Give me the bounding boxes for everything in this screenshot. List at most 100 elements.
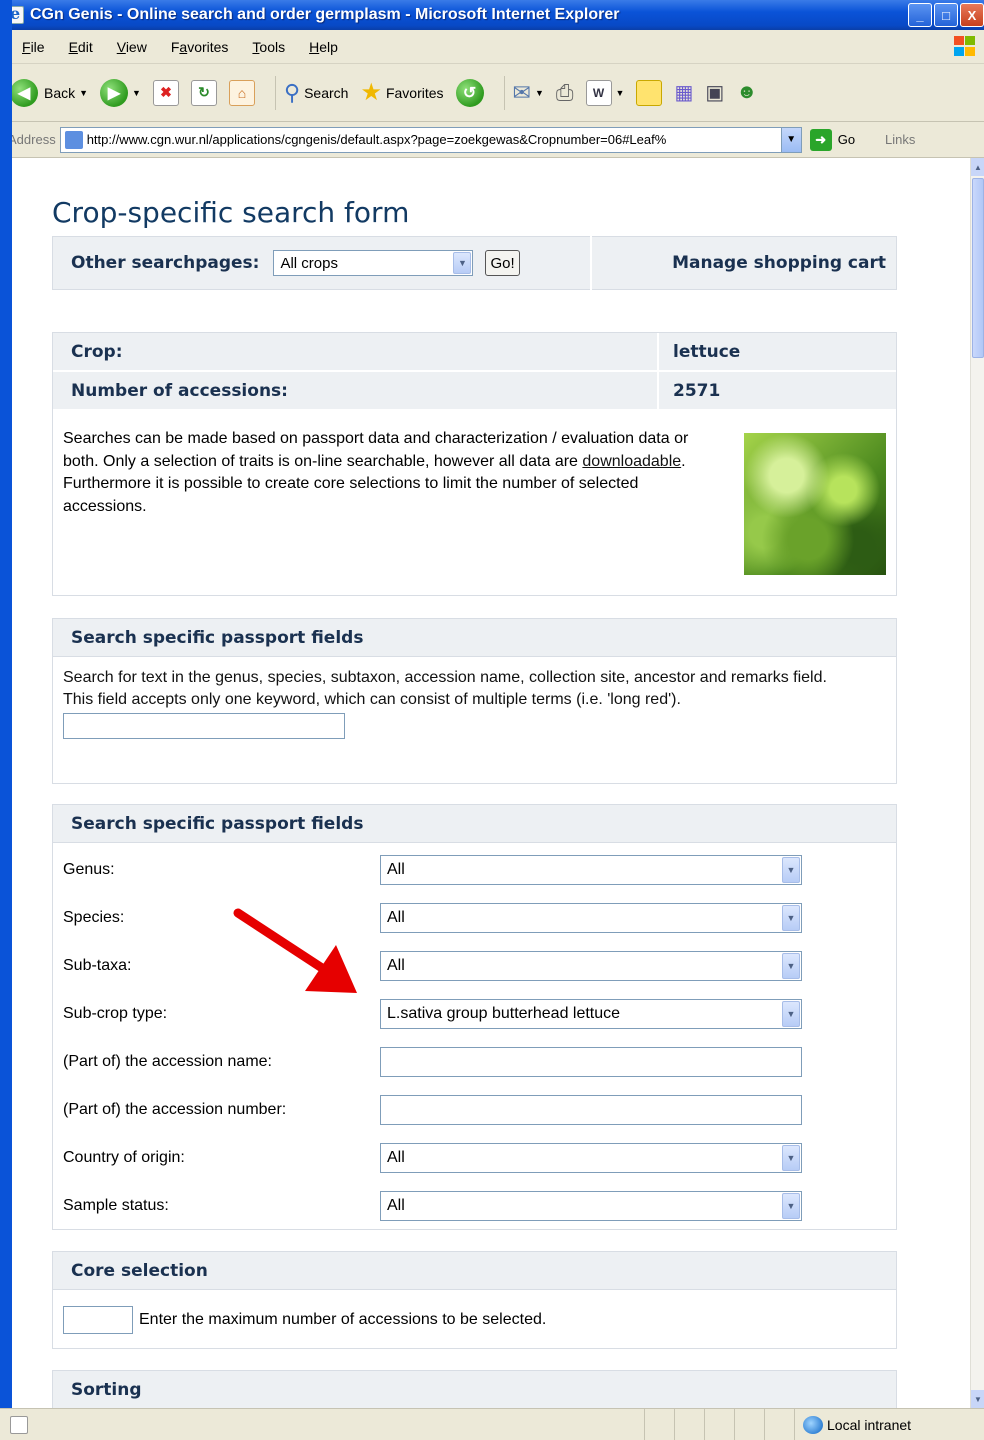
search-button[interactable]: ⚲ Search <box>284 80 348 106</box>
species-select[interactable]: All ▼ <box>380 903 802 933</box>
text-search-panel: Search specific passport fields Search f… <box>52 618 897 784</box>
menu-tools[interactable]: Tools <box>252 39 285 55</box>
go-button[interactable]: ➜ Go <box>809 128 855 151</box>
printer-icon: ⎙ <box>555 79 574 105</box>
searchpages-label: Other searchpages: <box>71 253 260 273</box>
window-titlebar: CGn Genis - Online search and order germ… <box>0 0 984 30</box>
scroll-up-icon[interactable]: ▲ <box>971 158 984 176</box>
chevron-down-icon[interactable]: ▼ <box>782 1145 800 1171</box>
stop-button[interactable]: ✖ <box>152 79 179 106</box>
refresh-button[interactable]: ↻ <box>190 79 217 106</box>
crop-value: lettuce <box>673 341 741 362</box>
searchpages-select[interactable]: All crops ▼ <box>273 250 474 276</box>
messenger-icon: ☻ <box>736 81 758 103</box>
subtaxa-select[interactable]: All ▼ <box>380 951 802 981</box>
window-controls: _ □ X <box>908 3 984 27</box>
accessions-row: Number of accessions: 2571 <box>53 372 896 411</box>
research-icon: ▦ <box>674 82 694 104</box>
menu-bar: File Edit View Favorites Tools Help <box>0 30 984 64</box>
address-input[interactable]: http://www.cgn.wur.nl/applications/cgnge… <box>59 126 802 153</box>
go-arrow-icon: ➜ <box>809 128 832 151</box>
chevron-down-icon[interactable]: ▼ <box>782 905 800 931</box>
back-button[interactable]: ◀ Back ▼ <box>10 78 88 107</box>
menu-edit[interactable]: Edit <box>69 39 93 55</box>
sorting-panel: Sorting <box>52 1370 897 1408</box>
subcrop-type-select[interactable]: L.sativa group butterhead lettuce ▼ <box>380 999 802 1029</box>
max-accessions-input[interactable] <box>63 1306 133 1334</box>
chevron-down-icon[interactable]: ▼ <box>79 88 88 98</box>
media-button[interactable]: ▣ <box>705 80 724 105</box>
accession-name-input[interactable] <box>380 1047 802 1077</box>
home-button[interactable]: ⌂ <box>228 79 255 106</box>
word-icon: W <box>585 79 612 106</box>
country-of-origin-select[interactable]: All ▼ <box>380 1143 802 1173</box>
status-cell <box>704 1409 734 1440</box>
chevron-down-icon[interactable]: ▼ <box>782 953 800 979</box>
panel-heading: Search specific passport fields <box>53 805 896 843</box>
note-icon <box>636 79 663 106</box>
sample-status-select[interactable]: All ▼ <box>380 1191 802 1221</box>
crop-info-panel: Crop: lettuce Number of accessions: 2571… <box>52 332 897 596</box>
maximize-button[interactable]: □ <box>934 3 958 27</box>
address-bar: Address http://www.cgn.wur.nl/applicatio… <box>0 122 984 158</box>
subtaxa-row: Sub-taxa: All ▼ <box>63 951 802 981</box>
toolbar-separator <box>503 75 505 110</box>
genus-row: Genus: All ▼ <box>63 855 802 885</box>
menu-view[interactable]: View <box>117 39 147 55</box>
messenger-button[interactable]: ☻ <box>736 81 757 104</box>
refresh-icon: ↻ <box>190 79 217 106</box>
lettuce-image <box>744 433 886 575</box>
mail-button[interactable]: ✉ ▼ <box>513 80 544 106</box>
discuss-button[interactable] <box>636 79 663 106</box>
chevron-down-icon[interactable]: ▼ <box>535 88 544 98</box>
chevron-down-icon[interactable]: ▼ <box>782 857 800 883</box>
downloadable-link[interactable]: downloadable <box>582 453 681 470</box>
searchpages-bar: Other searchpages: All crops ▼ Go! Manag… <box>52 236 897 290</box>
chevron-down-icon[interactable]: ▼ <box>132 88 141 98</box>
chevron-down-icon[interactable]: ▼ <box>782 1193 800 1219</box>
print-button[interactable]: ⎙ <box>556 80 574 106</box>
chevron-down-icon[interactable]: ▼ <box>453 252 472 274</box>
species-row: Species: All ▼ <box>63 903 802 933</box>
forward-button[interactable]: ▶ ▼ <box>100 78 141 107</box>
favorites-button[interactable]: ★ Favorites <box>360 78 443 107</box>
status-cells: Local intranet <box>644 1409 984 1440</box>
history-icon: ↺ <box>455 78 484 107</box>
accession-number-row: (Part of) the accession number: <box>63 1095 802 1125</box>
genus-select[interactable]: All ▼ <box>380 855 802 885</box>
standard-toolbar: ◀ Back ▼ ▶ ▼ ✖ ↻ ⌂ ⚲ Search ★ Favorites … <box>0 64 984 122</box>
vertical-scrollbar[interactable]: ▲ ▼ <box>970 158 984 1408</box>
intranet-icon <box>803 1415 823 1434</box>
url-text[interactable]: http://www.cgn.wur.nl/applications/cgnge… <box>87 132 667 147</box>
accessions-label: Number of accessions: <box>53 372 659 409</box>
edit-button[interactable]: W ▼ <box>585 79 625 106</box>
sample-status-row: Sample status: All ▼ <box>63 1191 802 1221</box>
stop-icon: ✖ <box>152 79 179 106</box>
scroll-down-icon[interactable]: ▼ <box>971 1390 984 1408</box>
status-cell <box>674 1409 704 1440</box>
menu-help[interactable]: Help <box>309 39 338 55</box>
scroll-thumb[interactable] <box>972 178 984 358</box>
keyword-search-input[interactable] <box>63 713 345 739</box>
go-button[interactable]: Go! <box>485 250 520 276</box>
close-button[interactable]: X <box>960 3 984 27</box>
menu-favorites[interactable]: Favorites <box>171 39 229 55</box>
minimize-button[interactable]: _ <box>908 3 932 27</box>
menu-file[interactable]: File <box>22 39 45 55</box>
panel-text: This field accepts only one keyword, whi… <box>63 691 681 708</box>
panel-heading: Core selection <box>53 1252 896 1290</box>
manage-shopping-cart-link[interactable]: Manage shopping cart <box>672 253 886 273</box>
research-button[interactable]: ▦ <box>674 80 693 105</box>
history-button[interactable]: ↺ <box>455 78 484 107</box>
panel-text: Search for text in the genus, species, s… <box>63 669 827 686</box>
chevron-down-icon[interactable]: ▼ <box>782 1001 800 1027</box>
security-zone: Local intranet <box>794 1409 984 1440</box>
chevron-down-icon[interactable]: ▼ <box>616 88 625 98</box>
star-icon: ★ <box>360 79 382 106</box>
chevron-down-icon[interactable]: ▼ <box>780 127 801 152</box>
panel-heading: Sorting <box>53 1371 896 1408</box>
page-title: Crop-specific search form <box>52 196 410 229</box>
accession-number-input[interactable] <box>380 1095 802 1125</box>
links-button[interactable]: Links <box>885 132 915 147</box>
back-arrow-icon: ◀ <box>10 78 38 107</box>
